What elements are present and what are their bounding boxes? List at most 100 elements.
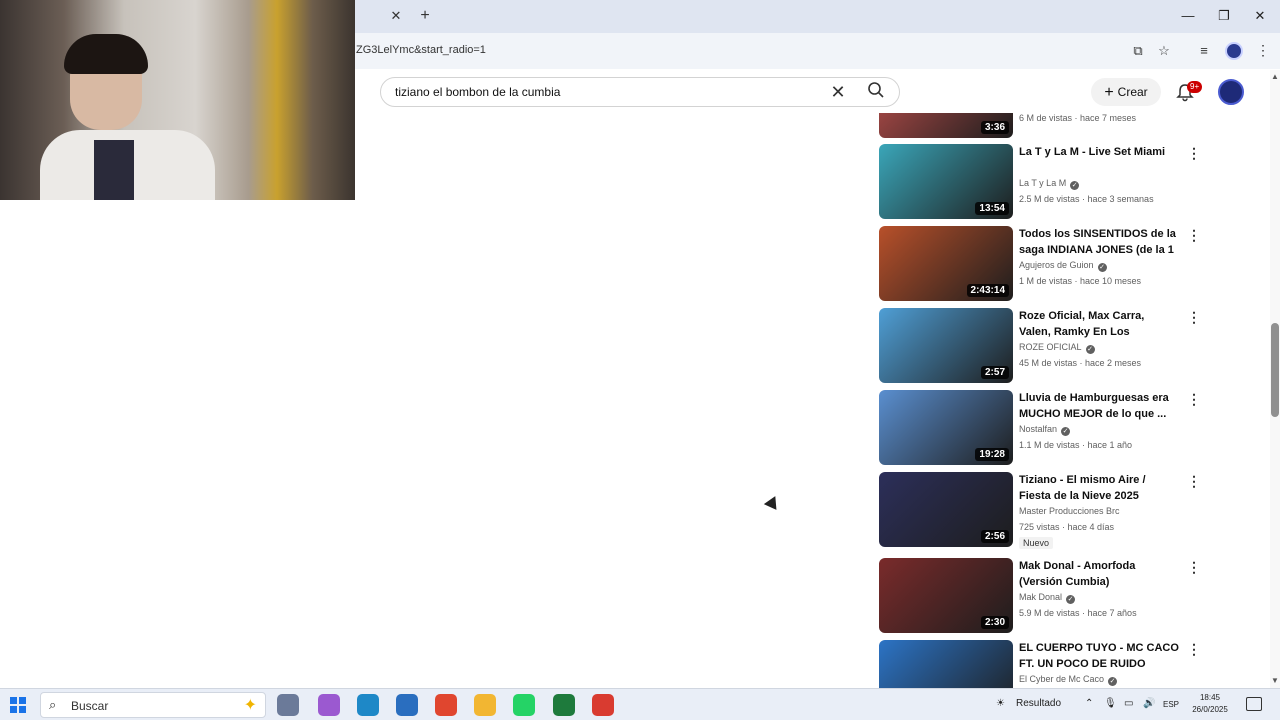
video-title[interactable]: EL CUERPO TUYO - MC CACO FT. UN POCO DE …: [1019, 640, 1179, 672]
create-button[interactable]: + Crear: [1091, 78, 1161, 106]
browser-menu-icon[interactable]: ⋮: [1256, 42, 1270, 59]
video-item[interactable]: 2:43:14 Todos los SINSENTIDOS de la saga …: [879, 226, 1209, 304]
taskbar-search[interactable]: ⌕ Buscar ✦: [40, 692, 266, 718]
video-item[interactable]: 3:366 M de vistas · hace 7 meses⋮: [879, 113, 1209, 141]
video-more-options-icon[interactable]: ⋮: [1187, 474, 1201, 488]
video-channel-name[interactable]: Nostalfan: [1019, 424, 1057, 434]
android-icon[interactable]: [553, 694, 575, 716]
video-channel[interactable]: Nostalfan ✓: [1019, 424, 1071, 436]
video-meta: 725 vistas · hace 4 días: [1019, 522, 1115, 532]
scroll-down-icon[interactable]: ▼: [1270, 676, 1280, 685]
bookmark-star-icon[interactable]: ☆: [1155, 42, 1173, 60]
clock-time: 18:45: [1199, 693, 1221, 702]
video-thumbnail[interactable]: 2:57: [879, 308, 1013, 383]
search-icon[interactable]: [865, 81, 887, 103]
video-item[interactable]: 2:56 Tiziano - El mismo Aire / Fiesta de …: [879, 472, 1209, 550]
verified-icon: ✓: [1097, 263, 1107, 272]
video-title[interactable]: Roze Oficial, Max Carra, Valen, Ramky En…: [1019, 308, 1179, 340]
video-thumbnail[interactable]: 2:56: [879, 472, 1013, 547]
chrome-profile-icon[interactable]: [592, 694, 614, 716]
video-duration: 13:54: [975, 202, 1009, 215]
cast-icon[interactable]: ⧉: [1129, 42, 1147, 60]
browser-profile-avatar[interactable]: [1225, 42, 1243, 60]
chrome-icon[interactable]: [435, 694, 457, 716]
video-channel[interactable]: El Cyber de Mc Caco ✓: [1019, 674, 1118, 686]
close-icon[interactable]: ✕: [1250, 6, 1270, 26]
video-channel[interactable]: La T y La M ✓: [1019, 178, 1080, 190]
video-meta: 1.1 M de vistas · hace 1 año: [1019, 440, 1133, 450]
webcam-person-hair: [64, 34, 148, 74]
tab-close-button[interactable]: ✕: [388, 8, 404, 24]
notifications-icon[interactable]: [1246, 697, 1262, 711]
video-thumbnail[interactable]: 3:36: [879, 113, 1013, 138]
video-more-options-icon[interactable]: ⋮: [1187, 146, 1201, 160]
video-channel-name[interactable]: Master Producciones Brc: [1019, 506, 1120, 516]
explorer-icon[interactable]: [474, 694, 496, 716]
video-item[interactable]: EL CUERPO TUYO - MC CACO FT. UN POCO DE …: [879, 640, 1209, 688]
task-view-icon[interactable]: [277, 694, 299, 716]
video-thumbnail[interactable]: 19:28: [879, 390, 1013, 465]
verified-icon: ✓: [1066, 595, 1076, 604]
scrollbar-thumb[interactable]: [1271, 323, 1279, 417]
restore-icon[interactable]: ❐: [1214, 6, 1234, 26]
video-item[interactable]: 2:57 Roze Oficial, Max Carra, Valen, Ramk…: [879, 308, 1209, 386]
video-more-options-icon[interactable]: ⋮: [1187, 392, 1201, 406]
user-avatar[interactable]: [1218, 79, 1244, 105]
webcam-overlay: [0, 0, 355, 200]
video-thumbnail[interactable]: [879, 640, 1013, 688]
video-channel[interactable]: Master Producciones Brc: [1019, 506, 1120, 516]
media-control-icon[interactable]: ≡: [1195, 42, 1213, 60]
copilot-icon[interactable]: [318, 694, 340, 716]
minimize-icon[interactable]: —: [1178, 6, 1198, 26]
clear-search-icon[interactable]: ✕: [827, 81, 849, 103]
video-channel-name[interactable]: ROZE OFICIAL: [1019, 342, 1082, 352]
video-item[interactable]: 2:30 Mak Donal - Amorfoda (Versión Cumbia…: [879, 558, 1209, 636]
url-field[interactable]: ZG3LelYmc&start_radio=1: [356, 44, 486, 56]
webcam-person-shirt: [94, 140, 134, 200]
video-more-options-icon[interactable]: ⋮: [1187, 310, 1201, 324]
video-meta: 1 M de vistas · hace 10 meses: [1019, 276, 1142, 286]
language-indicator[interactable]: ESP: [1163, 700, 1179, 709]
video-more-options-icon[interactable]: ⋮: [1187, 642, 1201, 656]
video-channel-name[interactable]: Agujeros de Guion: [1019, 260, 1094, 270]
video-title[interactable]: Tiziano - El mismo Aire / Fiesta de la N…: [1019, 472, 1179, 504]
microphone-icon[interactable]: 🎙: [1104, 698, 1117, 709]
scroll-up-icon[interactable]: ▲: [1270, 72, 1280, 81]
video-more-options-icon[interactable]: ⋮: [1187, 228, 1201, 242]
video-channel-name[interactable]: La T y La M: [1019, 178, 1066, 188]
taskbar-search-icon: ⌕: [49, 697, 57, 712]
weather-label[interactable]: Resultado: [1016, 698, 1061, 709]
weather-icon[interactable]: ☀: [996, 698, 1005, 709]
video-item[interactable]: 19:28 Lluvia de Hamburguesas era MUCHO ME…: [879, 390, 1209, 468]
video-channel[interactable]: ROZE OFICIAL ✓: [1019, 342, 1095, 354]
volume-icon[interactable]: 🔊: [1143, 698, 1155, 709]
video-channel-name[interactable]: Mak Donal: [1019, 592, 1062, 602]
video-thumbnail[interactable]: 2:43:14: [879, 226, 1013, 301]
video-channel-name[interactable]: El Cyber de Mc Caco: [1019, 674, 1104, 684]
video-title[interactable]: La T y La M - Live Set Miami: [1019, 144, 1179, 160]
search-input[interactable]: tiziano el bombon de la cumbia: [395, 85, 560, 99]
video-channel[interactable]: Agujeros de Guion ✓: [1019, 260, 1107, 272]
video-title[interactable]: Lluvia de Hamburguesas era MUCHO MEJOR d…: [1019, 390, 1179, 422]
new-badge: Nuevo: [1019, 537, 1054, 549]
video-channel[interactable]: Mak Donal ✓: [1019, 592, 1076, 604]
clock[interactable]: 18:45 26/0/2025: [1188, 692, 1232, 716]
store-icon[interactable]: [396, 694, 418, 716]
video-item[interactable]: 13:54 La T y La M - Live Set Miami La T y …: [879, 144, 1209, 222]
search-box[interactable]: tiziano el bombon de la cumbia ✕: [380, 77, 900, 107]
edge-icon[interactable]: [357, 694, 379, 716]
video-duration: 2:56: [980, 530, 1009, 543]
windows-start-icon[interactable]: [10, 697, 26, 713]
sparkle-icon: ✦: [243, 697, 257, 714]
video-title[interactable]: Todos los SINSENTIDOS de la saga INDIANA…: [1019, 226, 1179, 258]
video-thumbnail[interactable]: 2:30: [879, 558, 1013, 633]
video-title[interactable]: Mak Donal - Amorfoda (Versión Cumbia): [1019, 558, 1179, 590]
related-videos-list: 3:36 6 M de vistas · hace 7 meses ⋮ 13:54 La…: [879, 113, 1209, 688]
video-thumbnail[interactable]: 13:54: [879, 144, 1013, 219]
verified-icon: ✓: [1108, 677, 1118, 686]
video-more-options-icon[interactable]: ⋮: [1187, 560, 1201, 574]
new-tab-button[interactable]: +: [416, 7, 434, 25]
whatsapp-icon[interactable]: [513, 694, 535, 716]
chevron-up-icon[interactable]: ⌃: [1085, 698, 1093, 709]
network-icon[interactable]: ▭: [1124, 698, 1133, 709]
